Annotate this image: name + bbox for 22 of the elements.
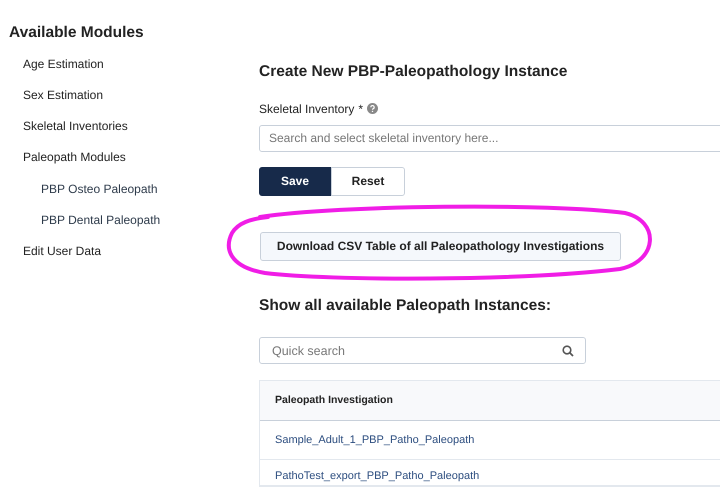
save-button[interactable]: Save — [259, 166, 331, 196]
reset-button[interactable]: Reset — [331, 166, 405, 196]
sidebar-link[interactable]: Age Estimation — [9, 56, 250, 88]
column-header: Paleopath Investigation — [275, 392, 393, 408]
sidebar-link[interactable]: Sex Estimation — [9, 88, 250, 120]
help-icon[interactable] — [367, 103, 378, 114]
quick-search-field[interactable]: Quick search — [259, 337, 586, 364]
form-title: Create New PBP-Paleopathology Instance — [259, 63, 568, 82]
sidebar-link[interactable]: Paleopath Modules — [9, 150, 250, 182]
sidebar-link[interactable]: PBP Dental Paleopath — [9, 213, 250, 244]
required-mark: * — [358, 100, 364, 118]
section-title: Show all available Paleopath Instances: — [259, 296, 552, 316]
search-field[interactable]: Search and select skeletal inventory here... — [259, 124, 720, 152]
search-icon[interactable] — [562, 345, 574, 358]
download-button[interactable]: Download CSV Table of all Paleopathology Investigations — [260, 232, 621, 261]
sidebar-link[interactable]: Edit User Data — [9, 244, 250, 276]
sidebar-link[interactable]: PBP Osteo Paleopath — [9, 182, 250, 214]
sidebar-title: Available Modules — [9, 24, 145, 43]
investigation-link[interactable]: PathoTest_export_PBP_Patho_Paleopath — [275, 468, 480, 485]
field-label: Skeletal Inventory — [259, 100, 354, 118]
sidebar-link[interactable]: Skeletal Inventories — [9, 119, 250, 150]
investigation-link[interactable]: Sample_Adult_1_PBP_Patho_Paleopath — [275, 432, 474, 448]
